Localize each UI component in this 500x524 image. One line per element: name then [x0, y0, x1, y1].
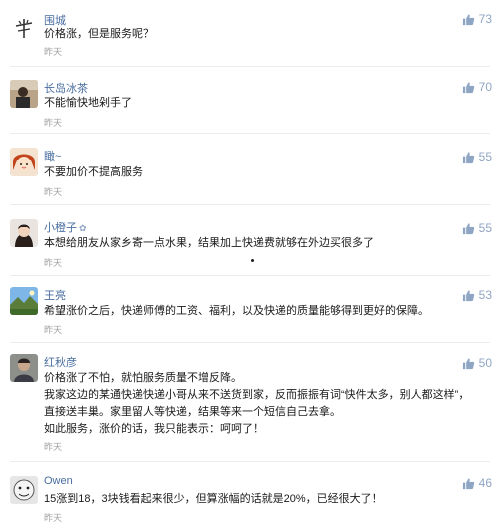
comment-item: 小橙子 ✿ 本想给朋友从家乡寄一点水果，结果加上快递费就够在外边买很多了 昨天 5… — [0, 205, 500, 275]
username[interactable]: 长岛冰茶 — [44, 80, 88, 96]
stray-dot — [251, 259, 254, 262]
username[interactable]: 王亮 — [44, 287, 66, 303]
timestamp: 昨天 — [44, 513, 63, 523]
comment-text: 不能愉快地剁手了 — [44, 95, 484, 112]
landscape-avatar-icon — [10, 287, 38, 315]
like-count: 46 — [478, 476, 492, 490]
like-count: 55 — [478, 150, 492, 164]
thumbs-up-icon — [462, 222, 474, 234]
comment-line: 我家这边的某通快递快递小哥从来不送货到家，反而振振有词“快件太多，别人都这样”， — [44, 389, 470, 401]
comment-item: 王亮 希望涨价之后，快递师傅的工资、福利，以及快递的质量能够得到更好的保障。 昨… — [0, 276, 500, 342]
timestamp: 昨天 — [44, 442, 63, 452]
username[interactable]: Owen — [44, 475, 73, 487]
thumbs-up-icon — [462, 477, 474, 489]
calligraphy-avatar-icon — [10, 14, 38, 42]
like-button[interactable]: 55 — [462, 220, 492, 236]
comment-line: 15涨到18，3块钱看起来很少，但算涨幅的话就是20%，已经很大了！ — [44, 493, 383, 505]
timestamp: 昨天 — [44, 118, 63, 128]
thumbs-up-icon — [462, 151, 474, 163]
username[interactable]: 小橙子 ✿ — [44, 219, 87, 235]
comment-line: 直接送丰巢。家里留人等快递，结果等来一个短信自己去拿。 — [44, 406, 341, 418]
like-button[interactable]: 53 — [462, 287, 492, 303]
comment-item: Owen 15涨到18，3块钱看起来很少，但算涨幅的话就是20%，已经很大了！ … — [0, 462, 500, 524]
comment-line: 如此服务，涨价的话，我只能表示：呵呵了！ — [44, 423, 264, 435]
thumbs-up-icon — [462, 289, 474, 301]
like-count: 53 — [478, 288, 492, 302]
like-button[interactable]: 55 — [462, 149, 492, 165]
thumbs-up-icon — [462, 357, 474, 369]
comment-text: 价格涨，但是服务呢？ — [44, 26, 484, 43]
like-button[interactable]: 46 — [462, 475, 492, 491]
person-photo-avatar-icon — [10, 80, 38, 108]
avatar[interactable] — [10, 287, 38, 315]
avatar[interactable] — [10, 476, 38, 504]
username[interactable]: 红秋彦 — [44, 354, 77, 370]
comment-line: 不能愉快地剁手了 — [44, 97, 132, 109]
comment-text: 本想给朋友从家乡寄一点水果，结果加上快递费就够在外边买很多了 — [44, 235, 484, 252]
comment-line: 价格涨了不怕，就怕服务质量不增反降。 — [44, 372, 242, 384]
like-button[interactable]: 50 — [462, 355, 492, 371]
comment-text: 不要加价不提高服务 — [44, 164, 484, 181]
woman-photo-avatar-icon — [10, 219, 38, 247]
timestamp: 昨天 — [44, 325, 63, 335]
comment-line: 价格涨，但是服务呢？ — [44, 28, 154, 40]
cartoon-face-avatar-icon — [10, 476, 38, 504]
man-photo-avatar-icon — [10, 354, 38, 382]
comment-line: 不要加价不提高服务 — [44, 166, 143, 178]
bow-icon: ✿ — [79, 223, 87, 233]
comment-text: 15涨到18，3块钱看起来很少，但算涨幅的话就是20%，已经很大了！ — [44, 491, 484, 508]
timestamp: 昨天 — [44, 47, 63, 57]
comment-item: 红秋彦 价格涨了不怕，就怕服务质量不增反降。 我家这边的某通快递快递小哥从来不送… — [0, 343, 500, 461]
avatar[interactable] — [10, 80, 38, 108]
comment-item: 瞰~ 不要加价不提高服务 昨天 55 — [0, 134, 500, 204]
comment-item: 长岛冰茶 不能愉快地剁手了 昨天 70 — [0, 67, 500, 133]
comment-line: 本想给朋友从家乡寄一点水果，结果加上快递费就够在外边买很多了 — [44, 237, 374, 249]
cartoon-girl-avatar-icon — [10, 148, 38, 176]
thumbs-up-icon — [462, 81, 474, 93]
like-count: 55 — [478, 221, 492, 235]
avatar[interactable] — [10, 219, 38, 247]
like-count: 50 — [478, 356, 492, 370]
thumbs-up-icon — [462, 13, 474, 25]
username[interactable]: 瞰~ — [44, 148, 61, 164]
avatar[interactable] — [10, 148, 38, 176]
like-count: 70 — [478, 80, 492, 94]
avatar[interactable] — [10, 14, 38, 42]
timestamp: 昨天 — [44, 258, 63, 268]
username-text: 小橙子 — [44, 222, 77, 234]
comment-text: 希望涨价之后，快递师傅的工资、福利，以及快递的质量能够得到更好的保障。 — [44, 303, 484, 320]
comment-text: 价格涨了不怕，就怕服务质量不增反降。 我家这边的某通快递快递小哥从来不送货到家，… — [44, 370, 484, 438]
like-count: 73 — [478, 12, 492, 26]
timestamp: 昨天 — [44, 187, 63, 197]
avatar[interactable] — [10, 354, 38, 382]
comment-item: 围城 价格涨，但是服务呢？ 昨天 73 — [0, 0, 500, 66]
like-button[interactable]: 73 — [462, 11, 492, 27]
comment-line: 希望涨价之后，快递师傅的工资、福利，以及快递的质量能够得到更好的保障。 — [44, 305, 429, 317]
like-button[interactable]: 70 — [462, 79, 492, 95]
